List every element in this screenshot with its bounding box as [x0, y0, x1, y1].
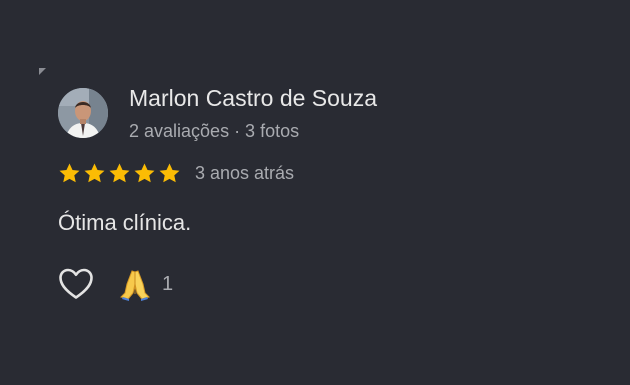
rating-row: 3 anos atrás	[57, 160, 294, 186]
review-text: Ótima clínica.	[58, 210, 192, 235]
heart-outline-icon	[58, 268, 93, 299]
star-icon	[59, 163, 80, 182]
avatar-photo	[58, 88, 108, 138]
author-meta[interactable]: 2 avaliações · 3 fotos	[129, 120, 299, 142]
review-actions: 1	[57, 265, 173, 303]
reaction-button[interactable]: 1	[118, 266, 173, 302]
like-button[interactable]	[57, 266, 94, 303]
star-icon	[134, 163, 155, 182]
reaction-count: 1	[162, 273, 174, 295]
corner-mark	[39, 68, 46, 75]
star-icon	[159, 163, 180, 182]
review-date: 3 anos atrás	[195, 163, 295, 183]
review-card: Marlon Castro de Souza 2 avaliações · 3 …	[0, 0, 630, 385]
star-rating	[57, 161, 182, 186]
author-name[interactable]: Marlon Castro de Souza	[129, 84, 377, 112]
star-icon	[109, 163, 130, 182]
folded-hands-icon	[120, 270, 150, 301]
avatar[interactable]	[58, 88, 108, 138]
star-icon	[84, 163, 105, 182]
